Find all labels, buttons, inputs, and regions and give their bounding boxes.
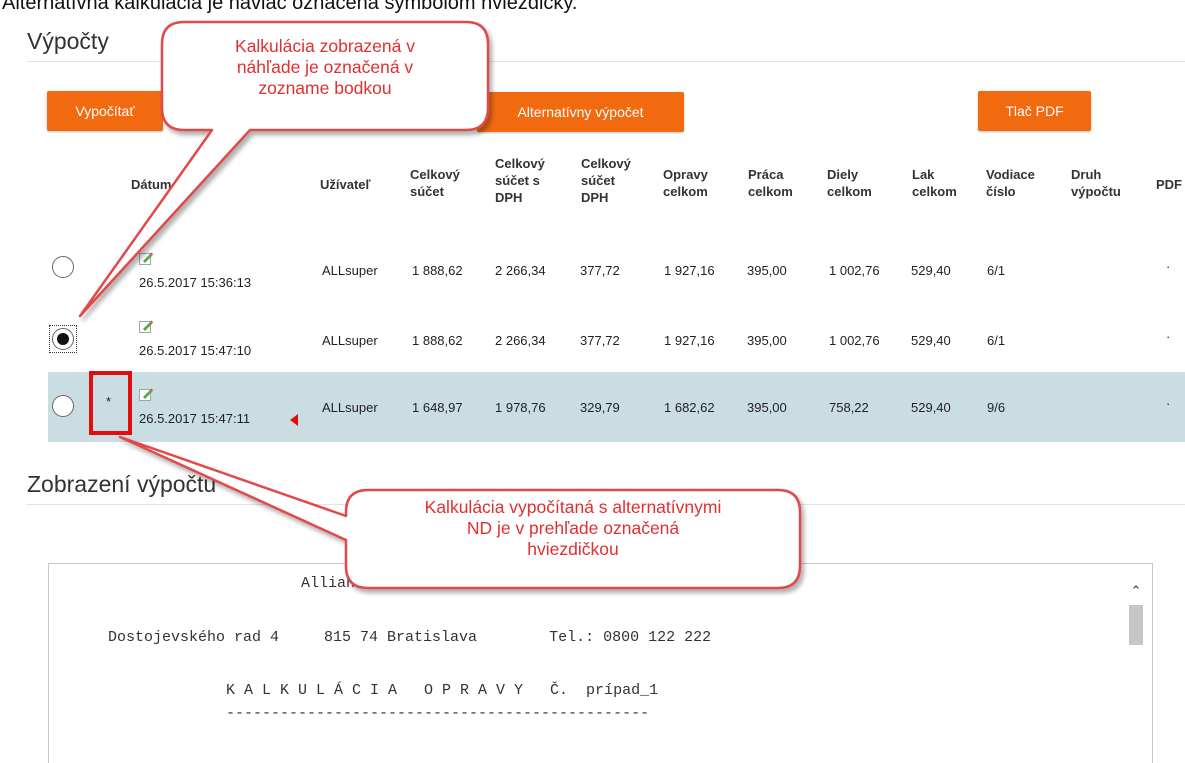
row-paint: 529,40 xyxy=(911,400,951,415)
current-row-pointer xyxy=(290,414,298,426)
header-pdf[interactable]: PDF xyxy=(1156,176,1182,193)
scroll-up-arrow-icon[interactable]: ⌃ xyxy=(1128,583,1144,599)
row-pdf[interactable]: · xyxy=(1166,396,1170,411)
row-total-vat: 1 978,76 xyxy=(495,400,546,415)
header-repairs[interactable]: Opravy celkom xyxy=(663,166,708,200)
preview-line-company: Allianz xyxy=(301,575,365,592)
row-lead-number: 6/1 xyxy=(987,263,1006,278)
row-parts: 1 002,76 xyxy=(829,333,880,348)
preview-line-address: Dostojevského rad 4 815 74 Bratislava Te… xyxy=(108,629,712,646)
bottom-callout-text: Kalkulácia vypočítaná s alternatívnymi N… xyxy=(424,497,722,559)
top-caption: Alternatívna kalkulácia je naviac označe… xyxy=(2,0,578,14)
edit-icon[interactable] xyxy=(139,387,153,401)
row-total: 1 648,97 xyxy=(412,400,463,415)
row-lead-number: 9/6 xyxy=(987,400,1006,415)
row-select-radio-checked[interactable] xyxy=(52,328,74,350)
header-date[interactable]: Dátum xyxy=(131,176,171,193)
row-date: 26.5.2017 15:47:10 xyxy=(139,343,252,358)
preview-title: Zobrazení výpočtu xyxy=(27,471,217,497)
edit-icon[interactable] xyxy=(139,251,153,265)
row-lead-number: 6/1 xyxy=(987,333,1006,348)
header-vat-total[interactable]: Celkový súčet DPH xyxy=(581,155,631,206)
row-date: 26.5.2017 15:47:11 xyxy=(139,411,251,426)
header-paint[interactable]: Lak celkom xyxy=(912,166,957,200)
row-parts: 758,22 xyxy=(829,400,869,415)
top-callout-text: Kalkulácia zobrazená v náhľade je označe… xyxy=(235,36,415,98)
scrollbar-thumb[interactable] xyxy=(1129,605,1143,645)
row-repairs: 1 927,16 xyxy=(664,333,715,348)
star-highlight-box xyxy=(89,371,132,435)
preview-line-rule: ----------------------------------------… xyxy=(226,705,650,722)
preview-line-heading: K A L K U L Á C I A O P R A V Y Č. prípa… xyxy=(226,682,659,699)
calculation-preview-pane[interactable] xyxy=(48,563,1153,763)
row-vat: 377,72 xyxy=(580,333,620,348)
row-select-radio[interactable] xyxy=(52,395,74,417)
header-lead-number[interactable]: Vodiace číslo xyxy=(986,166,1035,200)
row-select-radio[interactable] xyxy=(52,256,74,278)
row-vat: 329,79 xyxy=(580,400,620,415)
row-labour: 395,00 xyxy=(747,333,787,348)
row-vat: 377,72 xyxy=(580,263,620,278)
compute-button[interactable]: Vypočítať xyxy=(47,91,163,131)
row-labour: 395,00 xyxy=(747,263,787,278)
header-parts[interactable]: Diely celkom xyxy=(827,166,872,200)
header-total-vat[interactable]: Celkový súčet s DPH xyxy=(495,155,545,206)
header-calc-type[interactable]: Druh výpočtu xyxy=(1071,166,1121,200)
row-parts: 1 002,76 xyxy=(829,263,880,278)
header-labour[interactable]: Práca celkom xyxy=(748,166,793,200)
row-total: 1 888,62 xyxy=(412,333,463,348)
row-total: 1 888,62 xyxy=(412,263,463,278)
row-total-vat: 2 266,34 xyxy=(495,333,546,348)
row-pdf[interactable]: · xyxy=(1166,259,1170,274)
row-user: ALLsuper xyxy=(322,263,378,278)
row-total-vat: 2 266,34 xyxy=(495,263,546,278)
row-pdf[interactable]: · xyxy=(1166,329,1170,344)
row-user: ALLsuper xyxy=(322,400,378,415)
calculations-title: Výpočty xyxy=(27,28,109,54)
print-pdf-button[interactable]: Tlač PDF xyxy=(978,91,1091,131)
row-labour: 395,00 xyxy=(747,400,787,415)
row-date: 26.5.2017 15:36:13 xyxy=(139,275,252,290)
header-user[interactable]: Užívateľ xyxy=(320,176,371,193)
row-paint: 529,40 xyxy=(911,263,951,278)
row-repairs: 1 927,16 xyxy=(664,263,715,278)
row-repairs: 1 682,62 xyxy=(664,400,715,415)
row-user: ALLsuper xyxy=(322,333,378,348)
row-paint: 529,40 xyxy=(911,333,951,348)
edit-icon[interactable] xyxy=(139,319,153,333)
alternative-calculation-button[interactable]: Alternatívny výpočet xyxy=(477,92,684,132)
header-total[interactable]: Celkový súčet xyxy=(410,166,460,200)
